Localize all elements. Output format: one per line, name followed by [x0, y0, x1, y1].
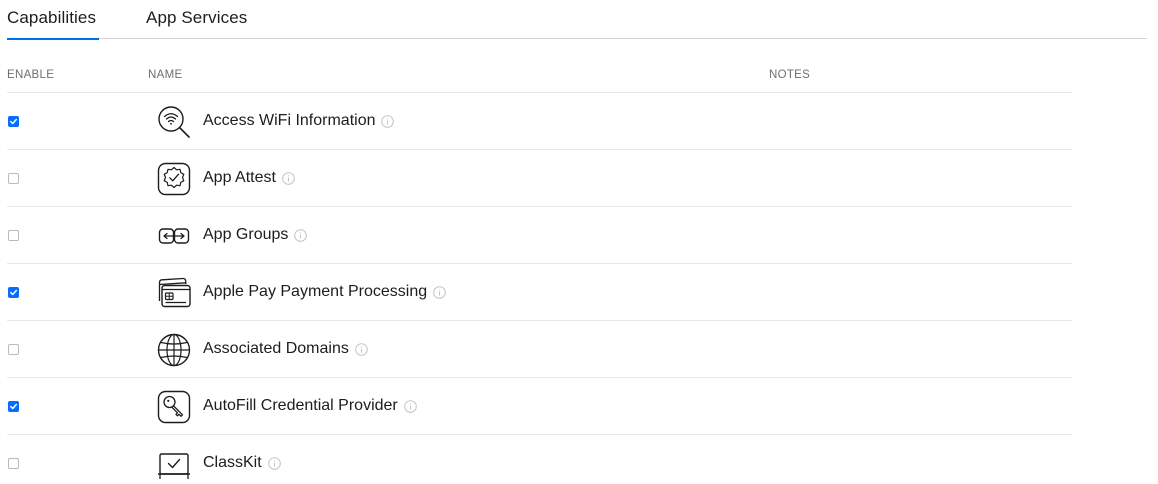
enable-checkbox[interactable]: [8, 401, 19, 412]
capability-name: Associated Domains: [203, 340, 368, 358]
capability-name: Access WiFi Information: [203, 112, 395, 130]
info-icon[interactable]: [381, 114, 395, 128]
column-header-name: NAME: [148, 69, 183, 81]
info-icon[interactable]: [433, 285, 446, 299]
capability-row-apple-pay: Apple Pay Payment Processing: [0, 264, 1158, 321]
checkmark-icon: [10, 289, 18, 296]
capability-label: App Groups: [203, 226, 289, 243]
capability-row-associated-domains: Associated Domains: [0, 321, 1158, 378]
capability-label: Associated Domains: [203, 340, 349, 357]
column-header-enable: ENABLE: [7, 69, 55, 81]
tab-app-services[interactable]: App Services: [146, 8, 247, 38]
app-groups-icon: [158, 228, 190, 244]
tab-bar: Capabilities App Services: [7, 0, 1147, 40]
app-attest-badge-icon: [157, 162, 191, 196]
capability-label: AutoFill Credential Provider: [203, 397, 398, 414]
wifi-search-icon: [158, 106, 190, 138]
capabilities-list: Access WiFi Information App Attest App G…: [0, 93, 1158, 484]
apple-pay-cards-icon: [158, 277, 191, 308]
info-icon[interactable]: [403, 399, 417, 413]
info-icon[interactable]: [294, 228, 308, 242]
capability-label: Access WiFi Information: [203, 112, 376, 129]
capability-row-access-wifi: Access WiFi Information: [0, 93, 1158, 150]
capability-label: ClassKit: [203, 454, 262, 471]
capability-name: Apple Pay Payment Processing: [203, 283, 446, 301]
globe-icon: [157, 333, 191, 367]
capabilities-page: Capabilities App Services ENABLE NAME NO…: [0, 0, 1158, 484]
info-icon[interactable]: [267, 456, 281, 470]
info-icon[interactable]: [282, 171, 295, 185]
enable-checkbox[interactable]: [8, 458, 19, 469]
capability-row-app-groups: App Groups: [0, 207, 1158, 264]
enable-checkbox[interactable]: [8, 116, 19, 127]
capability-label: Apple Pay Payment Processing: [203, 283, 428, 300]
capability-name: ClassKit: [203, 454, 281, 472]
info-icon[interactable]: [355, 342, 368, 356]
enable-checkbox[interactable]: [8, 287, 19, 298]
enable-checkbox[interactable]: [8, 344, 19, 355]
capability-name: AutoFill Credential Provider: [203, 397, 417, 415]
classkit-icon: [158, 453, 190, 479]
checkmark-icon: [10, 118, 18, 125]
key-icon: [157, 390, 191, 424]
enable-checkbox[interactable]: [8, 173, 19, 184]
capability-row-autofill: AutoFill Credential Provider: [0, 378, 1158, 435]
capability-label: App Attest: [203, 169, 276, 186]
capability-name: App Groups: [203, 226, 308, 244]
tab-capabilities[interactable]: Capabilities: [7, 8, 99, 40]
capability-row-classkit: ClassKit: [0, 435, 1158, 484]
capability-name: App Attest: [203, 169, 295, 187]
enable-checkbox[interactable]: [8, 230, 19, 241]
checkmark-icon: [10, 403, 18, 410]
column-header-notes: NOTES: [769, 69, 811, 81]
capability-row-app-attest: App Attest: [0, 150, 1158, 207]
